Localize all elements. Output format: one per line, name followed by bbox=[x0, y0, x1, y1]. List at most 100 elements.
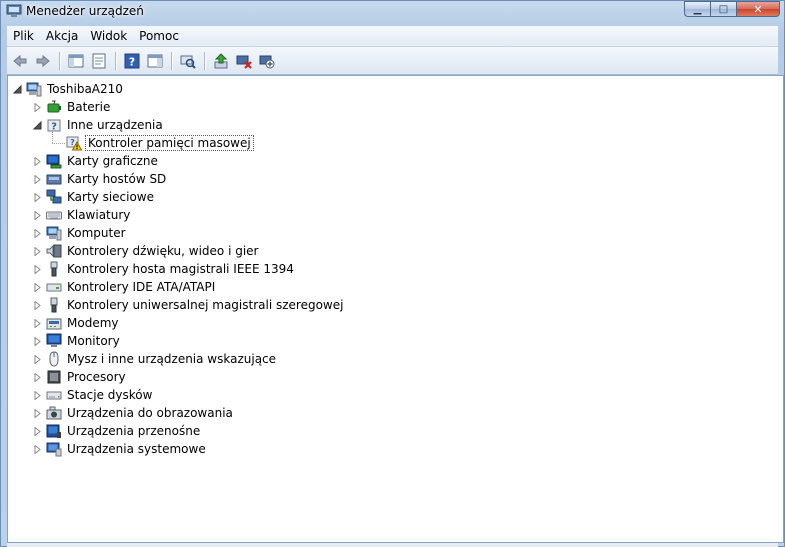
tree-collapsed-arrow-icon[interactable] bbox=[33, 408, 42, 418]
tree-collapsed-arrow-icon[interactable] bbox=[33, 444, 42, 454]
tree-node-label: Kontrolery hosta magistrali IEEE 1394 bbox=[67, 262, 294, 276]
menu-plik[interactable]: Plik bbox=[7, 26, 40, 46]
tree-node-label: Kontrolery dźwięku, wideo i gier bbox=[67, 244, 259, 258]
tree-collapsed-arrow-icon[interactable] bbox=[33, 210, 42, 220]
system-device-icon bbox=[46, 441, 62, 457]
minimize-button[interactable]: ▁ bbox=[684, 1, 710, 17]
tree-node-label: Kontrolery uniwersalnej magistrali szere… bbox=[67, 298, 344, 312]
tree-node-label: Baterie bbox=[67, 100, 111, 114]
tree-node-label: Modemy bbox=[67, 316, 119, 330]
menu-akcja[interactable]: Akcja bbox=[40, 26, 84, 46]
tree-node-10[interactable]: Kontrolery uniwersalnej magistrali szere… bbox=[33, 296, 345, 314]
tree-node-9[interactable]: Kontrolery IDE ATA/ATAPI bbox=[33, 278, 217, 296]
tree-collapsed-arrow-icon[interactable] bbox=[33, 246, 42, 256]
ieee1394-icon bbox=[46, 261, 62, 277]
properties-button[interactable] bbox=[89, 51, 109, 71]
tree-node-2[interactable]: Karty graficzne bbox=[33, 152, 160, 170]
tree-expanded-arrow-icon[interactable] bbox=[33, 120, 42, 130]
tree-node-13[interactable]: Mysz i inne urządzenia wskazujące bbox=[33, 350, 278, 368]
monitor-icon bbox=[46, 333, 62, 349]
tree-node-label: Inne urządzenia bbox=[67, 118, 163, 132]
tree-collapsed-arrow-icon[interactable] bbox=[33, 372, 42, 382]
tree-node-label: Stacje dysków bbox=[67, 388, 153, 402]
tree-node-label: Karty sieciowe bbox=[67, 190, 155, 204]
tree-node-root[interactable]: ToshibaA210 bbox=[13, 80, 125, 98]
tree-node-3[interactable]: Karty hostów SD bbox=[33, 170, 168, 188]
disk-drive-icon bbox=[46, 387, 62, 403]
mouse-icon bbox=[46, 351, 62, 367]
tree-collapsed-arrow-icon[interactable] bbox=[33, 264, 42, 274]
tree-node-16[interactable]: Urządzenia do obrazowania bbox=[33, 404, 235, 422]
imaging-device-icon bbox=[46, 405, 62, 421]
tree-node-label: Kontroler pamięci masowej bbox=[85, 135, 254, 151]
help-button[interactable]: ? bbox=[122, 51, 142, 71]
scan-hardware-button[interactable] bbox=[178, 51, 198, 71]
tree-collapsed-arrow-icon[interactable] bbox=[33, 336, 42, 346]
title-bar[interactable]: Menedżer urządzeń ▁ □ ✕ bbox=[1, 1, 784, 23]
update-driver-button[interactable] bbox=[211, 51, 231, 71]
toolbar-separator bbox=[115, 51, 116, 70]
tree-connector-line bbox=[52, 130, 53, 143]
tree-collapsed-arrow-icon[interactable] bbox=[33, 390, 42, 400]
svg-text:?: ? bbox=[129, 55, 135, 68]
menu-widok[interactable]: Widok bbox=[84, 26, 133, 46]
tree-collapsed-arrow-icon[interactable] bbox=[33, 300, 42, 310]
tree-node-label: Karty graficzne bbox=[67, 154, 158, 168]
action-pane-icon bbox=[147, 54, 163, 67]
forward-button[interactable] bbox=[33, 51, 53, 71]
computer-icon bbox=[26, 81, 42, 97]
menu-pomoc[interactable]: Pomoc bbox=[133, 26, 185, 46]
tree-node-label: Klawiatury bbox=[67, 208, 131, 222]
toolbar-separator bbox=[171, 51, 172, 70]
tree-node-label: Karty hostów SD bbox=[67, 172, 167, 186]
tree-node-11[interactable]: Modemy bbox=[33, 314, 121, 332]
tree-node-14[interactable]: Procesory bbox=[33, 368, 128, 386]
keyboard-icon bbox=[46, 207, 62, 223]
tree-node-5[interactable]: Klawiatury bbox=[33, 206, 132, 224]
tree-connector-line bbox=[52, 143, 65, 144]
tree-collapsed-arrow-icon[interactable] bbox=[33, 354, 42, 364]
close-button[interactable]: ✕ bbox=[736, 1, 780, 17]
network-adapter-icon bbox=[46, 189, 62, 205]
tree-collapsed-arrow-icon[interactable] bbox=[33, 282, 42, 292]
tree-node-6[interactable]: Komputer bbox=[33, 224, 128, 242]
tree-collapsed-arrow-icon[interactable] bbox=[33, 102, 42, 112]
tree-node-12[interactable]: Monitory bbox=[33, 332, 122, 350]
processor-icon bbox=[46, 369, 62, 385]
tree-node-label: Urządzenia systemowe bbox=[67, 442, 206, 456]
tree-collapsed-arrow-icon[interactable] bbox=[33, 192, 42, 202]
toolbar-separator bbox=[59, 51, 60, 70]
tree-node-0[interactable]: Baterie bbox=[33, 98, 112, 116]
tree-node-4[interactable]: Karty sieciowe bbox=[33, 188, 156, 206]
properties-icon bbox=[92, 53, 106, 68]
tree-node-label: Mysz i inne urządzenia wskazujące bbox=[67, 352, 277, 366]
tree-collapsed-arrow-icon[interactable] bbox=[33, 156, 42, 166]
tree-node-label: Procesory bbox=[67, 370, 126, 384]
show-action-pane-button[interactable] bbox=[145, 51, 165, 71]
tree-collapsed-arrow-icon[interactable] bbox=[33, 318, 42, 328]
tree-node-1-child-0[interactable]: ? Kontroler pamięci masowej bbox=[66, 134, 254, 152]
uninstall-button[interactable] bbox=[234, 51, 254, 71]
tree-node-8[interactable]: Kontrolery hosta magistrali IEEE 1394 bbox=[33, 260, 296, 278]
sound-icon bbox=[46, 243, 62, 259]
tree-node-15[interactable]: Stacje dysków bbox=[33, 386, 154, 404]
show-hide-console-tree-button[interactable] bbox=[66, 51, 86, 71]
tree-expanded-arrow-icon[interactable] bbox=[13, 84, 22, 94]
tree-collapsed-arrow-icon[interactable] bbox=[33, 174, 42, 184]
tree-node-label: Urządzenia do obrazowania bbox=[67, 406, 233, 420]
computer-icon bbox=[46, 225, 62, 241]
tree-node-17[interactable]: Urządzenia przenośne bbox=[33, 422, 202, 440]
device-tree-pane[interactable]: ToshibaA210 Baterie? Inne urządzenia? Kontr… bbox=[7, 75, 784, 543]
update-driver-icon bbox=[214, 52, 228, 68]
tree-node-7[interactable]: Kontrolery dźwięku, wideo i gier bbox=[33, 242, 260, 260]
tree-collapsed-arrow-icon[interactable] bbox=[33, 426, 42, 436]
tree-node-18[interactable]: Urządzenia systemowe bbox=[33, 440, 208, 458]
back-button[interactable] bbox=[10, 51, 30, 71]
tree-collapsed-arrow-icon[interactable] bbox=[33, 228, 42, 238]
disable-button[interactable] bbox=[257, 51, 277, 71]
unknown-device-icon: ? bbox=[46, 117, 62, 133]
maximize-button[interactable]: □ bbox=[710, 1, 736, 17]
warning-device-icon: ? bbox=[66, 135, 82, 151]
tree-node-label: Urządzenia przenośne bbox=[67, 424, 201, 438]
console-tree-icon bbox=[68, 54, 84, 67]
